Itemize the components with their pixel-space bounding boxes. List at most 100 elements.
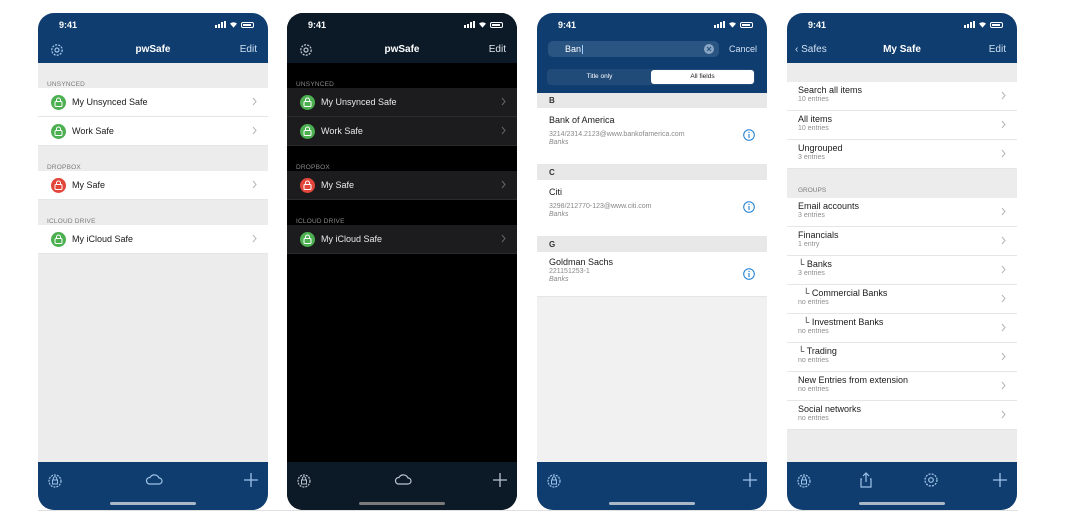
row-count: no entries xyxy=(798,328,829,335)
plus-icon[interactable] xyxy=(242,471,260,489)
tab-bar xyxy=(787,462,1017,510)
app-store-screenshots: 9:41 pwSafe Edit UNSYNCED My Unsynced Sa… xyxy=(0,0,1065,512)
row-count: no entries xyxy=(798,357,829,364)
chevron-right-icon xyxy=(1001,352,1006,361)
lock-settings-icon[interactable] xyxy=(545,471,563,489)
status-time: 9:41 xyxy=(558,20,577,30)
lock-icon xyxy=(51,123,66,139)
index-header-c: C xyxy=(537,165,767,180)
row-ungrouped[interactable]: Ungrouped 3 entries xyxy=(787,140,1017,169)
home-indicator xyxy=(859,502,945,505)
entry-group: Banks xyxy=(549,139,569,146)
chevron-right-icon xyxy=(1001,323,1006,332)
navbar: 9:41 pwSafe Edit xyxy=(287,13,517,63)
plus-icon[interactable] xyxy=(991,471,1009,489)
row-title: Financials xyxy=(798,230,839,240)
share-icon[interactable] xyxy=(857,471,875,489)
plus-icon[interactable] xyxy=(741,471,759,489)
edit-button[interactable]: Edit xyxy=(989,44,1006,55)
group-row-new-entries-from-extension[interactable]: New Entries from extension no entries xyxy=(787,372,1017,401)
lock-icon xyxy=(300,94,315,110)
index-header-b: B xyxy=(537,93,767,108)
segment-title-only[interactable]: Title only xyxy=(548,70,651,84)
chevron-right-icon xyxy=(1001,410,1006,419)
row-count: 3 entries xyxy=(798,154,825,161)
safe-row-my-unsynced-safe[interactable]: My Unsynced Safe xyxy=(38,88,268,117)
status-icons xyxy=(714,21,753,28)
page-title: pwSafe xyxy=(384,44,420,55)
status-icons xyxy=(464,21,503,28)
cloud-icon[interactable] xyxy=(393,471,413,489)
group-row-banks[interactable]: └ Banks 3 entries xyxy=(787,256,1017,285)
lock-settings-icon[interactable] xyxy=(795,471,813,489)
group-row-trading[interactable]: └ Trading no entries xyxy=(787,343,1017,372)
battery-icon xyxy=(490,22,503,28)
group-row-financials[interactable]: Financials 1 entry xyxy=(787,227,1017,256)
result-bank-of-america[interactable]: Bank of America 3214/2314.2123@www.banko… xyxy=(537,108,767,165)
group-row-social-networks[interactable]: Social networks no entries xyxy=(787,401,1017,430)
row-count: no entries xyxy=(798,415,829,422)
entry-title: Bank of America xyxy=(549,115,615,125)
row-count: no entries xyxy=(798,386,829,393)
info-icon[interactable] xyxy=(743,201,755,213)
row-title: └ Commercial Banks xyxy=(803,288,888,298)
section-header-groups: GROUPS xyxy=(798,187,827,194)
chevron-right-icon xyxy=(501,126,506,135)
row-title: └ Investment Banks xyxy=(803,317,884,327)
navbar: 9:41 ‹ Safes My Safe Edit xyxy=(787,13,1017,63)
row-all-items[interactable]: All items 10 entries xyxy=(787,111,1017,140)
group-row-commercial-banks[interactable]: └ Commercial Banks no entries xyxy=(787,285,1017,314)
clear-search-icon[interactable] xyxy=(704,44,714,54)
safe-row-my-unsynced-safe[interactable]: My Unsynced Safe xyxy=(287,88,517,117)
chevron-right-icon xyxy=(1001,149,1006,158)
section-header-icloud: ICLOUD DRIVE xyxy=(296,218,345,225)
safe-row-my-safe[interactable]: My Safe xyxy=(38,171,268,200)
safe-row-my-icloud-safe[interactable]: My iCloud Safe xyxy=(38,225,268,254)
row-title: Search all items xyxy=(798,85,863,95)
result-citi[interactable]: Citi 3298/212770-123@www.citi.com Banks xyxy=(537,180,767,237)
safe-row-my-safe[interactable]: My Safe xyxy=(287,171,517,200)
safe-label: My iCloud Safe xyxy=(72,234,134,244)
chevron-right-icon xyxy=(1001,236,1006,245)
index-header-g: G xyxy=(537,237,767,252)
signal-icon xyxy=(714,21,725,28)
info-icon[interactable] xyxy=(743,268,755,280)
lock-settings-icon[interactable] xyxy=(46,471,64,489)
row-title: └ Trading xyxy=(798,346,837,356)
lock-icon xyxy=(300,177,315,193)
safe-row-my-icloud-safe[interactable]: My iCloud Safe xyxy=(287,225,517,254)
chevron-right-icon xyxy=(501,180,506,189)
safe-row-work-safe[interactable]: Work Safe xyxy=(287,117,517,146)
segment-all-fields[interactable]: All fields xyxy=(651,70,754,84)
info-icon[interactable] xyxy=(743,129,755,141)
safe-row-work-safe[interactable]: Work Safe xyxy=(38,117,268,146)
cloud-icon[interactable] xyxy=(144,471,164,489)
entry-user: 3298/212770-123@www.citi.com xyxy=(549,203,652,210)
home-indicator xyxy=(359,502,445,505)
row-search-all-items[interactable]: Search all items 10 entries xyxy=(787,82,1017,111)
group-row-email-accounts[interactable]: Email accounts 3 entries xyxy=(787,198,1017,227)
cancel-button[interactable]: Cancel xyxy=(729,44,757,54)
row-title: Ungrouped xyxy=(798,143,843,153)
safes-list: UNSYNCED My Unsynced Safe Work Safe DROP… xyxy=(287,63,517,462)
safe-label: My Safe xyxy=(321,180,355,190)
tab-bar xyxy=(537,462,767,510)
status-time: 9:41 xyxy=(808,20,827,30)
lock-settings-icon[interactable] xyxy=(295,471,313,489)
group-row-investment-banks[interactable]: └ Investment Banks no entries xyxy=(787,314,1017,343)
result-goldman-sachs[interactable]: Goldman Sachs 221151253-1 Banks xyxy=(537,252,767,297)
search-input[interactable]: Ban xyxy=(548,41,719,57)
lock-icon xyxy=(300,123,315,139)
chevron-right-icon xyxy=(1001,265,1006,274)
phone-safes-dark: 9:41 pwSafe Edit UNSYNCED My Unsynced Sa… xyxy=(287,13,517,510)
edit-button[interactable]: Edit xyxy=(489,44,506,55)
search-scope-segmented-control: Title only All fields xyxy=(547,69,755,85)
edit-button[interactable]: Edit xyxy=(240,44,257,55)
plus-icon[interactable] xyxy=(491,471,509,489)
phone-search: 9:41 Ban Cancel Title only All fields B … xyxy=(537,13,767,510)
phone-safes-light: 9:41 pwSafe Edit UNSYNCED My Unsynced Sa… xyxy=(38,13,268,510)
gear-icon[interactable] xyxy=(922,471,940,489)
phone-my-safe: 9:41 ‹ Safes My Safe Edit Search all ite… xyxy=(787,13,1017,510)
divider xyxy=(38,510,1018,511)
lock-icon xyxy=(51,94,66,110)
